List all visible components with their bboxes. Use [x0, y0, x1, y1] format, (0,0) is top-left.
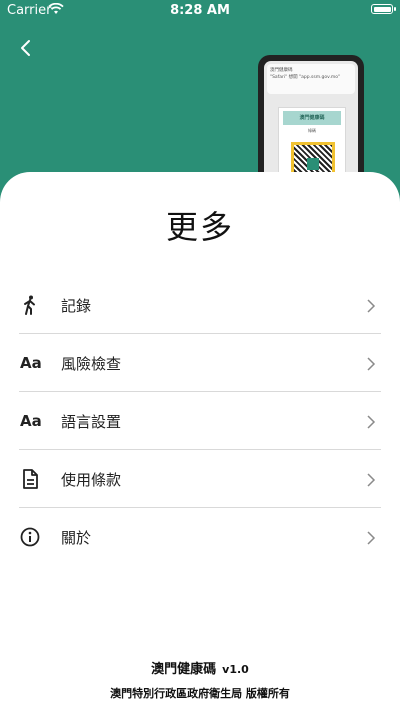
page-title: 更多 — [165, 208, 234, 246]
card-subtitle: 綠碼 — [308, 128, 316, 133]
footer: 澳門健康碼 v1.0 澳門特別行政區政府衛生局 版權所有 — [0, 658, 400, 701]
menu-list: 記錄 Aa 風險檢查 Aa 語言設置 使用條款 關於 — [0, 276, 400, 566]
chevron-right-icon — [367, 531, 376, 545]
menu-item-records[interactable]: 記錄 — [0, 276, 400, 334]
menu-item-language[interactable]: Aa 語言設置 — [0, 392, 400, 450]
footer-app-name: 澳門健康碼 — [151, 662, 217, 677]
document-icon — [23, 469, 38, 489]
menu-item-risk-check[interactable]: Aa 風險檢查 — [0, 334, 400, 392]
text-size-icon: Aa — [20, 412, 42, 430]
menu-item-label: 記錄 — [61, 297, 92, 315]
info-icon — [20, 527, 40, 547]
menu-item-label: 語言設置 — [61, 413, 122, 431]
battery-icon — [371, 4, 396, 14]
status-bar: Carrier 8:28 AM — [0, 0, 400, 20]
back-button[interactable] — [15, 36, 39, 60]
menu-item-terms[interactable]: 使用條款 — [0, 450, 400, 508]
clock: 8:28 AM — [170, 3, 230, 18]
chevron-right-icon — [367, 473, 376, 487]
chevron-right-icon — [367, 357, 376, 371]
card-title: 澳門健康碼 — [283, 111, 341, 125]
phone-notification: 澳門健康碼 "Safari" 想開 "app.ssm.gov.mo" — [267, 64, 355, 94]
chevron-right-icon — [367, 415, 376, 429]
text-size-icon: Aa — [20, 354, 42, 372]
menu-item-label: 風險檢查 — [61, 355, 122, 373]
walking-person-icon — [24, 295, 35, 315]
notification-text: "Safari" 想開 "app.ssm.gov.mo" — [270, 75, 341, 81]
menu-item-label: 關於 — [61, 529, 92, 547]
notification-title: 澳門健康碼 — [270, 68, 293, 73]
chevron-right-icon — [367, 299, 376, 313]
bottom-sheet: 更多 記錄 Aa 風險檢查 Aa 語言設置 使用條款 關於 澳門健康碼 v1.0… — [0, 172, 400, 710]
menu-item-about[interactable]: 關於 — [0, 508, 400, 566]
menu-item-label: 使用條款 — [61, 471, 122, 489]
footer-version: v1.0 — [222, 663, 249, 676]
footer-copyright: 澳門特別行政區政府衛生局 版權所有 — [110, 687, 290, 700]
